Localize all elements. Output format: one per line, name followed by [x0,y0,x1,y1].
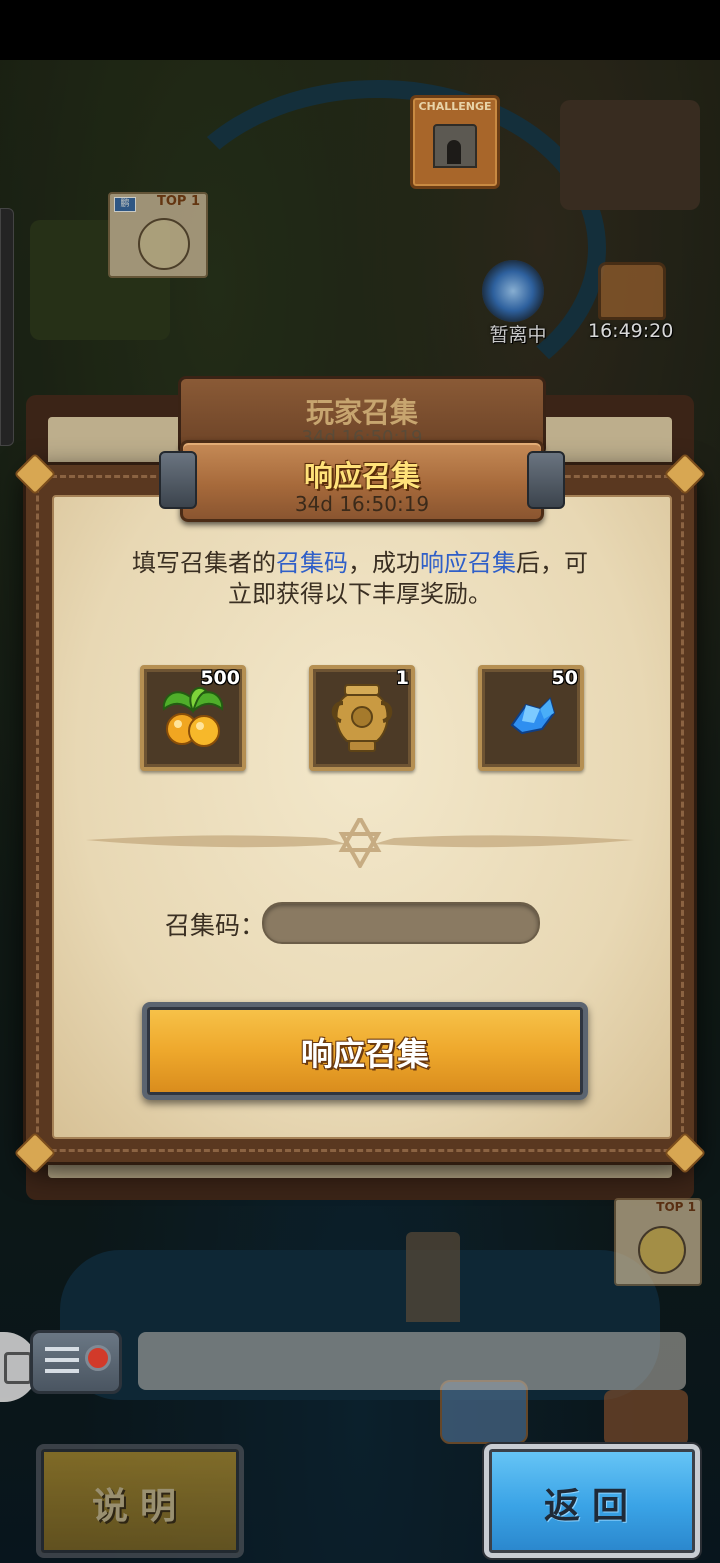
challenge-badge[interactable]: CHALLENGE [410,95,500,189]
top1-label: TOP 1 [156,194,200,209]
reward-quantity: 50 [551,667,578,689]
ornamental-divider [86,818,634,868]
screen-edge-tab[interactable] [0,208,14,446]
back-button-label: 返回 [543,1486,640,1527]
desc-text-line2: 立即获得以下丰厚奖励。 [228,580,492,608]
desc-text: ，成功 [348,549,420,577]
gate-icon [433,124,477,168]
top1-player-badge[interactable]: 鹏 TOP 1 [108,192,208,278]
desc-text: 后，可 [516,549,588,577]
summon-code-input[interactable] [262,902,540,944]
desc-text: 填写召集者的 [132,549,276,577]
background-dialog-title: 玩家召集 [305,396,418,429]
map-castle [560,100,700,210]
treasure-chest-icon[interactable] [598,262,666,320]
notification-dot-icon [85,1345,111,1371]
chest-timer: 16:49:20 [588,320,674,342]
top1-player-badge-small[interactable]: TOP 1 [614,1198,702,1286]
dialog-title: 响应召集 [303,459,420,493]
menu-lines-icon [45,1347,79,1373]
reward-slot-crystal[interactable]: 50 [478,665,584,771]
toy-blocks-icon[interactable] [604,1390,688,1446]
top1-label: TOP 1 [656,1200,696,1214]
chat-bar[interactable] [138,1332,686,1390]
portal-icon[interactable] [482,260,544,322]
player-avatar-icon [638,1226,686,1274]
challenge-label: CHALLENGE [418,100,492,113]
respond-summon-button[interactable]: 响应召集 [142,1002,588,1100]
desc-highlight-code: 召集码 [276,549,348,577]
summon-code-label: 召集码： [165,911,266,940]
desc-highlight-respond: 响应召集 [420,549,516,577]
dialog-description: 填写召集者的召集码，成功响应召集后，可 立即获得以下丰厚奖励。 [92,548,628,610]
lighthouse-building [406,1232,460,1322]
reward-quantity: 500 [200,667,240,689]
region-tag: 鹏 [114,197,136,212]
dialog-title-plaque: 响应召集 34d 16:50:19 [159,440,565,522]
back-button[interactable]: 返回 [484,1444,700,1558]
help-button[interactable]: 说明 [36,1444,244,1558]
reward-slot-fruit[interactable]: 500 [140,665,246,771]
map-river [150,80,606,416]
chat-toggle-button[interactable] [30,1330,122,1394]
puzzle-icon [4,1352,32,1384]
help-button-label: 说明 [91,1486,188,1527]
reward-quantity: 1 [395,667,409,689]
dialog-timer: 34d 16:50:19 [294,492,430,516]
respond-summon-button-label: 响应召集 [300,1035,429,1073]
reward-slot-urn[interactable]: 1 [309,665,415,771]
player-avatar-icon [138,218,190,270]
away-status-text: 暂离中 [489,324,547,346]
